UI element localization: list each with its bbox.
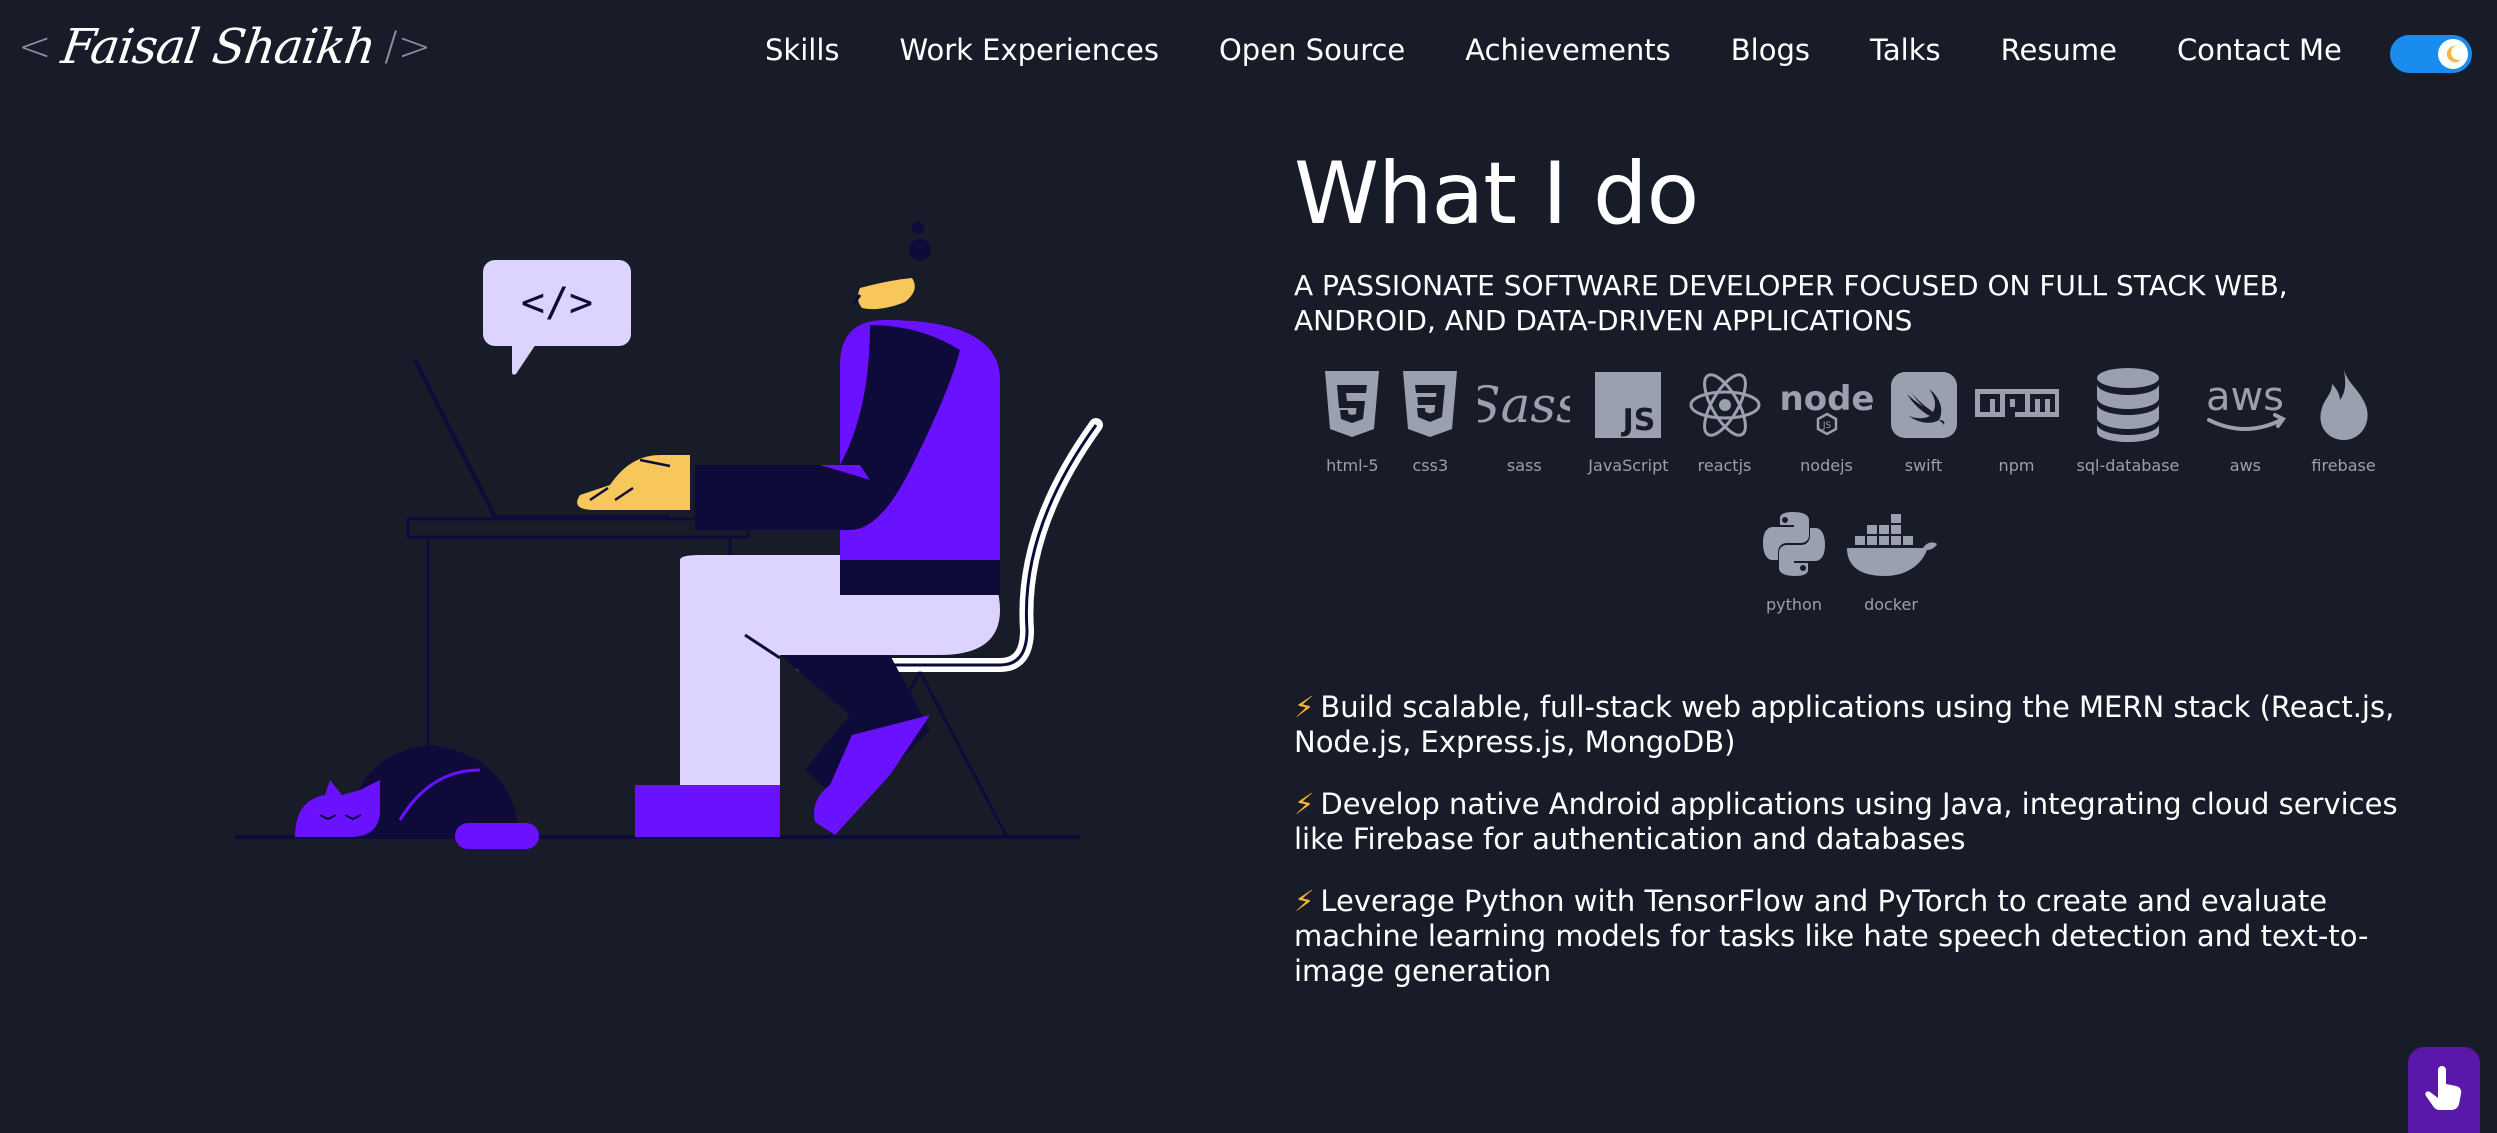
lightning-icon: ⚡	[1294, 787, 1315, 821]
theme-toggle[interactable]	[2390, 35, 2472, 73]
skill-item[interactable]: firebase	[2302, 366, 2384, 475]
skill-item[interactable]: npm	[1966, 366, 2068, 475]
nav-skills[interactable]: Skills	[735, 33, 869, 67]
nav-open-source[interactable]: Open Source	[1189, 33, 1435, 67]
logo-bracket-close: />	[384, 24, 432, 70]
logo-name: Faisal Shaikh	[57, 19, 379, 75]
skill-item[interactable]: swift	[1882, 366, 1966, 475]
nav-work-experiences[interactable]: Work Experiences	[869, 33, 1189, 67]
skill-label: docker	[1864, 595, 1918, 614]
list-item-text: Leverage Python with TensorFlow and PyTo…	[1294, 884, 2369, 988]
python-icon	[1761, 505, 1827, 583]
sass-icon: Sass	[1478, 366, 1570, 444]
logo-link[interactable]: < Faisal Shaikh />	[18, 12, 431, 82]
section-title: What I do	[1294, 144, 1699, 244]
svg-text:Sass: Sass	[1478, 376, 1570, 434]
docker-icon	[1845, 505, 1937, 583]
list-item: ⚡ Develop native Android applications usi…	[1294, 787, 2424, 857]
skill-label: sass	[1506, 456, 1542, 475]
skill-item[interactable]: aws aws	[2188, 366, 2302, 475]
moon-icon	[2438, 39, 2468, 69]
main-nav: Skills Work Experiences Open Source Achi…	[735, 20, 2372, 80]
skill-label: firebase	[2311, 456, 2376, 475]
list-item-text: Develop native Android applications usin…	[1294, 787, 2398, 856]
skill-item[interactable]: node JS nodejs	[1772, 366, 1882, 475]
what-i-do-section: What I do A PASSIONATE SOFTWARE DEVELOPE…	[1294, 140, 2434, 1016]
skill-item[interactable]: sql-database	[2068, 366, 2189, 475]
portfolio-page: < Faisal Shaikh /> Skills Work Experienc…	[0, 0, 2497, 1133]
developer-illustration: </>	[230, 210, 1110, 850]
npm-icon	[1974, 366, 2059, 444]
skill-label: sql-database	[2076, 456, 2180, 475]
firebase-icon	[2314, 366, 2374, 444]
logo-bracket-open: <	[18, 24, 52, 70]
skill-item[interactable]: Sass sass	[1469, 366, 1579, 475]
lightning-icon: ⚡	[1294, 690, 1315, 724]
nodejs-icon: node JS	[1781, 366, 1873, 444]
list-item-text: Build scalable, full-stack web applicati…	[1294, 690, 2395, 759]
skill-label: html-5	[1326, 456, 1379, 475]
aws-icon: aws	[2197, 366, 2293, 444]
skill-label: nodejs	[1800, 456, 1853, 475]
skills-icon-list: html-5 css3 Sass sass JS Jav	[1294, 366, 2404, 614]
pointing-hand-icon	[2424, 1066, 2464, 1114]
skill-label: python	[1766, 595, 1822, 614]
lightning-icon: ⚡	[1294, 884, 1315, 918]
javascript-icon: JS	[1595, 366, 1662, 444]
html5-icon	[1322, 366, 1382, 444]
nav-blogs[interactable]: Blogs	[1701, 33, 1840, 67]
section-subtitle: A PASSIONATE SOFTWARE DEVELOPER FOCUSED …	[1294, 269, 2288, 337]
skill-item[interactable]: reactjs	[1678, 366, 1772, 475]
site-header: < Faisal Shaikh /> Skills Work Experienc…	[0, 0, 2497, 100]
nav-achievements[interactable]: Achievements	[1435, 33, 1701, 67]
list-item: ⚡ Build scalable, full-stack web applicat…	[1294, 690, 2424, 760]
nav-talks[interactable]: Talks	[1840, 33, 1971, 67]
code-bubble-text: </>	[521, 280, 593, 326]
database-icon	[2095, 366, 2161, 444]
list-item: ⚡ Leverage Python with TensorFlow and PyT…	[1294, 884, 2424, 989]
nav-resume[interactable]: Resume	[1971, 33, 2147, 67]
skill-label: css3	[1412, 456, 1449, 475]
svg-text:JS: JS	[1621, 403, 1656, 438]
skill-item[interactable]: python	[1752, 505, 1836, 614]
skill-label: JavaScript	[1588, 456, 1669, 475]
skill-item[interactable]: docker	[1836, 505, 1946, 614]
what-i-do-list: ⚡ Build scalable, full-stack web applicat…	[1294, 690, 2424, 989]
skill-label: npm	[1998, 456, 2035, 475]
css3-icon	[1400, 366, 1460, 444]
svg-text:aws: aws	[2206, 374, 2284, 420]
skill-label: swift	[1904, 456, 1943, 475]
skill-label: aws	[2229, 456, 2261, 475]
swift-icon	[1890, 366, 1957, 444]
floating-action-button[interactable]	[2408, 1047, 2480, 1133]
developer-at-desk-image: </>	[235, 222, 1103, 849]
skill-item[interactable]: css3	[1391, 366, 1469, 475]
skill-item[interactable]: JS JavaScript	[1579, 366, 1677, 475]
nav-contact-me[interactable]: Contact Me	[2147, 33, 2372, 67]
skill-item[interactable]: html-5	[1313, 366, 1391, 475]
skill-label: reactjs	[1697, 456, 1752, 475]
react-icon	[1687, 366, 1763, 444]
svg-text:JS: JS	[1821, 421, 1831, 431]
